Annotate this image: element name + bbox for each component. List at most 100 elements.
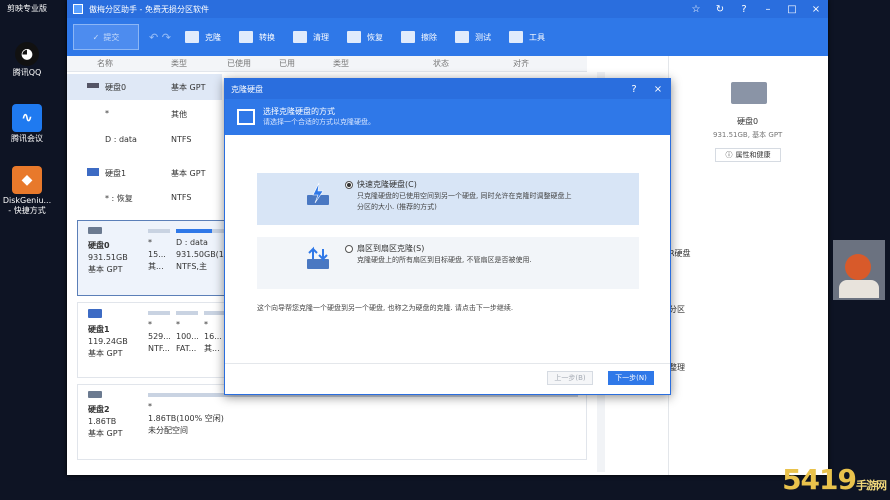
close-button[interactable]: × [804, 4, 828, 15]
usage-bar [148, 311, 170, 315]
partition-size: 16... [204, 332, 222, 341]
partition-size: 100... [176, 332, 198, 341]
toolbar-label: 恢复 [367, 32, 383, 42]
tools-icon [509, 31, 523, 43]
submit-button[interactable]: ✓ 提交 [73, 24, 139, 50]
option-desc: 克隆硬盘上的所有扇区到目标硬盘, 不管扇区是否被使用. [357, 256, 532, 264]
previous-button[interactable]: 上一步(B) [547, 371, 593, 385]
watermark-text: 手游网 [856, 479, 887, 492]
col-align[interactable]: 对齐 [513, 58, 529, 69]
help-icon[interactable]: ? [732, 4, 756, 15]
app-logo-icon [73, 4, 83, 14]
test-icon [455, 31, 469, 43]
list-item[interactable]: 硬盘0 基本 GPT [67, 74, 222, 100]
partition-block[interactable]: * 529... NTF... [148, 311, 170, 355]
tencent-meeting-icon: ∿ [12, 104, 42, 132]
partition-label: * [148, 402, 152, 411]
dialog-help-icon[interactable]: ? [622, 84, 646, 95]
banner-subtitle: 请选择一个合适的方式以克隆硬盘。 [263, 118, 375, 126]
panel-peek-text: 整理 [669, 363, 685, 372]
list-type: NTFS [171, 193, 192, 202]
partition-block[interactable]: * 100... FAT... [176, 311, 198, 355]
disk-kind: 基本 GPT [88, 349, 123, 358]
list-type: 基本 GPT [171, 83, 206, 92]
disk-card-2[interactable]: 硬盘2 1.86TB 基本 GPT * 1.86TB(100% 空闲) 未分配空… [77, 384, 587, 460]
list-item[interactable]: 硬盘1 基本 GPT [67, 162, 222, 184]
avatar-head-icon [845, 254, 871, 280]
toolbar-wipe[interactable]: 擦除 [401, 31, 437, 43]
wizard-note: 这个向导帮您克隆一个硬盘到另一个硬盘, 也称之为硬盘的克隆. 请点击下一步继续. [257, 304, 514, 312]
disk-size: 1.86TB [88, 417, 117, 426]
clone-icon [185, 31, 199, 43]
col-type[interactable]: 类型 [171, 58, 187, 69]
disk-name: 硬盘0 [88, 241, 110, 250]
partition-label: * [204, 320, 208, 329]
list-name: 硬盘0 [105, 83, 127, 92]
toolbar-restore[interactable]: 恢复 [347, 31, 383, 43]
hard-disk-icon [88, 227, 102, 234]
list-type: NTFS [171, 135, 192, 144]
option-sector-clone[interactable]: 扇区到扇区克隆(S) 克隆硬盘上的所有扇区到目标硬盘, 不管扇区是否被使用. [257, 237, 639, 289]
partition-fs: FAT... [176, 344, 197, 353]
partition-fs: 未分配空间 [148, 426, 188, 435]
partition-block[interactable]: * 15... 其... [148, 229, 170, 273]
list-name: 硬盘1 [105, 169, 127, 178]
toolbar-convert[interactable]: 转换 [239, 31, 275, 43]
usage-bar [176, 311, 198, 315]
quick-clone-radio[interactable] [345, 181, 353, 189]
disk-name: 硬盘2 [88, 405, 110, 414]
site-watermark: 5419手游网 [782, 463, 887, 496]
disk-size: 119.24GB [88, 337, 128, 346]
toolbar-tools[interactable]: 工具 [509, 31, 545, 43]
panel-peek-text: R硬盘 [669, 249, 691, 258]
dialog-titlebar: 克隆硬盘 ? × [225, 79, 670, 99]
list-item[interactable]: D : data NTFS [67, 132, 222, 150]
col-used-2[interactable]: 已用 [279, 58, 295, 69]
col-used[interactable]: 已使用 [227, 58, 251, 69]
col-name[interactable]: 名称 [97, 58, 113, 69]
disk-kind: 基本 GPT [88, 265, 123, 274]
refresh-icon[interactable]: ↻ [708, 4, 732, 15]
toolbar-label: 测试 [475, 32, 491, 42]
partition-fs: 其... [148, 262, 164, 271]
minimize-button[interactable]: – [756, 4, 780, 15]
clone-disk-dialog: 克隆硬盘 ? × 选择克隆硬盘的方式 请选择一个合适的方式以克隆硬盘。 快速克隆… [224, 78, 671, 395]
option-quick-clone[interactable]: 快速克隆硬盘(C) 只克隆硬盘的已使用空间到另一个硬盘, 同时允许在克隆时调整硬… [257, 173, 639, 225]
partition-label: * [148, 320, 152, 329]
list-type: 基本 GPT [171, 169, 206, 178]
desktop-icon-label: 剪映专业版 [7, 4, 47, 13]
toolbar-test[interactable]: 测试 [455, 31, 491, 43]
next-button[interactable]: 下一步(N) [608, 371, 654, 385]
col-fs[interactable]: 类型 [333, 58, 349, 69]
maximize-button[interactable]: □ [780, 4, 804, 15]
desktop-icon-diskgenius[interactable]: ◆ DiskGeniu... - 快捷方式 [2, 166, 52, 216]
qq-penguin-icon: ◕ [15, 42, 39, 66]
toolbar-label: 克隆 [205, 32, 221, 42]
list-item[interactable]: * 其他 [67, 106, 222, 124]
toolbar-clone[interactable]: 克隆 [185, 31, 221, 43]
desktop-icon-jianying[interactable]: 剪映专业版 [2, 2, 52, 14]
desktop-icon-tencent-meeting[interactable]: ∿ 腾讯会议 [2, 104, 52, 144]
list-item[interactable]: * : 恢复 NTFS [67, 190, 222, 208]
partition-block[interactable]: * 1.86TB(100% 空闲) 未分配空间 [148, 393, 578, 437]
toolbar-clean[interactable]: 清理 [293, 31, 329, 43]
properties-health-button[interactable]: ⓘ 属性和健康 [715, 148, 781, 162]
desktop-icon-label: DiskGeniu... - 快捷方式 [2, 196, 52, 215]
dialog-close-button[interactable]: × [646, 84, 670, 95]
undo-redo-icons[interactable]: ↶ ↷ [149, 31, 185, 44]
sector-clone-radio[interactable] [345, 245, 353, 253]
option-title: 快速克隆硬盘(C) [357, 180, 417, 189]
toolbar-label: 工具 [529, 32, 545, 42]
col-status[interactable]: 状态 [433, 58, 449, 69]
partition-size: 15... [148, 250, 166, 259]
dialog-divider [225, 363, 670, 364]
partition-list-header: 名称 类型 已使用 已用 类型 状态 对齐 [67, 56, 587, 72]
desktop-icon-qq[interactable]: ◕ 腾讯QQ [2, 42, 52, 78]
desktop-icon-label: 腾讯QQ [12, 68, 42, 77]
diskgenius-icon: ◆ [12, 166, 42, 194]
list-name: * [105, 109, 109, 118]
dialog-title: 克隆硬盘 [231, 84, 263, 94]
disk-properties-panel: 硬盘0 931.51GB, 基本 GPT ⓘ 属性和健康 R硬盘 分区 整理 [668, 56, 828, 475]
partition-block[interactable]: * 16... 其... [204, 311, 226, 355]
favorite-icon[interactable]: ☆ [684, 4, 708, 15]
